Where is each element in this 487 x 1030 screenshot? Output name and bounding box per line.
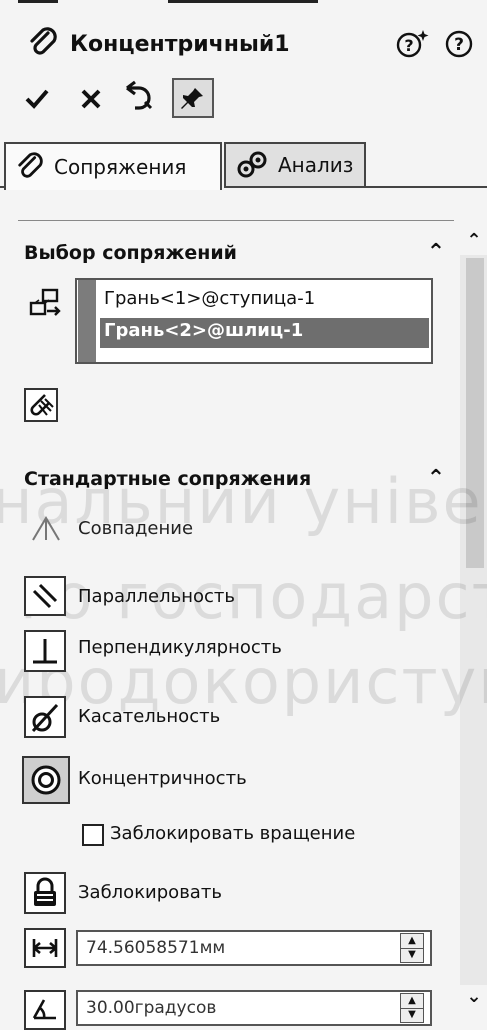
mate-lock-label[interactable]: Заблокировать xyxy=(78,882,222,903)
collapse-section-icon[interactable]: ⌃ xyxy=(422,464,450,492)
tab-mates[interactable]: Сопряжения xyxy=(4,142,222,190)
spin-down-icon[interactable]: ▼ xyxy=(401,949,423,963)
parallel-icon[interactable] xyxy=(24,576,66,616)
ok-button[interactable] xyxy=(20,82,54,114)
whats-new-help-icon[interactable]: ? xyxy=(395,28,431,60)
tab-analysis[interactable]: Анализ xyxy=(224,142,366,188)
tangent-icon[interactable] xyxy=(24,696,66,738)
spin-down-icon[interactable]: ▼ xyxy=(401,1009,423,1023)
distance-icon[interactable] xyxy=(24,928,66,968)
lock-rotation-label[interactable]: Заблокировать вращение xyxy=(110,823,355,844)
paperclip-icon xyxy=(6,147,54,187)
spin-up-icon[interactable]: ▲ xyxy=(401,934,423,949)
page-title: Концентричный1 xyxy=(70,32,290,57)
angle-icon[interactable] xyxy=(24,990,66,1030)
list-item[interactable]: Грань<1>@ступица-1 xyxy=(104,288,315,309)
paperclip-icon xyxy=(26,26,60,60)
mate-tangent-label[interactable]: Касательность xyxy=(78,706,220,727)
scroll-down-icon[interactable]: ⌄ xyxy=(462,984,486,1008)
perpendicular-icon[interactable] xyxy=(24,630,66,672)
multiple-mate-mode-button[interactable] xyxy=(24,388,58,422)
multi-mate-icon xyxy=(30,394,54,416)
distance-value: 74.56058571мм xyxy=(86,938,226,958)
lock-rotation-checkbox[interactable] xyxy=(82,824,104,846)
mate-selections-title: Выбор сопряжений xyxy=(24,242,237,264)
mate-perpendicular-label[interactable]: Перпендикулярность xyxy=(78,637,282,658)
mate-concentric-label[interactable]: Концентричность xyxy=(78,768,247,789)
undo-icon xyxy=(126,80,153,110)
top-edge-line xyxy=(168,0,318,3)
collapse-section-icon[interactable]: ⌃ xyxy=(422,238,450,266)
scroll-up-icon[interactable]: ⌃ xyxy=(462,228,486,252)
tab-mates-label: Сопряжения xyxy=(54,155,187,179)
top-edge-line xyxy=(18,0,58,3)
angle-value: 30.00градусов xyxy=(86,998,217,1018)
help-icon[interactable]: ? xyxy=(443,28,475,60)
list-item[interactable]: Грань<2>@шлиц-1 xyxy=(104,320,303,341)
check-icon xyxy=(25,89,49,109)
concentric-icon[interactable] xyxy=(22,756,70,804)
keep-visible-button[interactable] xyxy=(172,78,214,118)
tab-divider xyxy=(0,186,4,188)
angle-spinner[interactable]: ▲ ▼ xyxy=(400,993,424,1023)
distance-input[interactable]: 74.56058571мм xyxy=(76,930,432,966)
coincident-icon[interactable] xyxy=(26,510,66,546)
svg-text:?: ? xyxy=(454,35,464,55)
distance-spinner[interactable]: ▲ ▼ xyxy=(400,933,424,963)
section-separator xyxy=(18,220,454,221)
lock-icon[interactable] xyxy=(24,872,66,914)
undo-button[interactable] xyxy=(120,78,160,116)
selection-color-bar xyxy=(78,280,96,362)
analysis-icon xyxy=(226,145,278,185)
pushpin-icon xyxy=(181,88,203,109)
entities-to-mate-icon xyxy=(24,284,68,324)
close-icon xyxy=(81,89,101,109)
mate-parallel-label[interactable]: Параллельность xyxy=(78,586,235,607)
standard-mates-title: Стандартные сопряжения xyxy=(24,468,312,490)
angle-input[interactable]: 30.00градусов xyxy=(76,990,432,1026)
svg-text:?: ? xyxy=(404,36,413,55)
tab-divider xyxy=(366,186,487,188)
spin-up-icon[interactable]: ▲ xyxy=(401,994,423,1009)
cancel-button[interactable] xyxy=(76,84,106,114)
mate-coincident-label[interactable]: Совпадение xyxy=(78,518,193,539)
tab-analysis-label: Анализ xyxy=(278,153,354,177)
